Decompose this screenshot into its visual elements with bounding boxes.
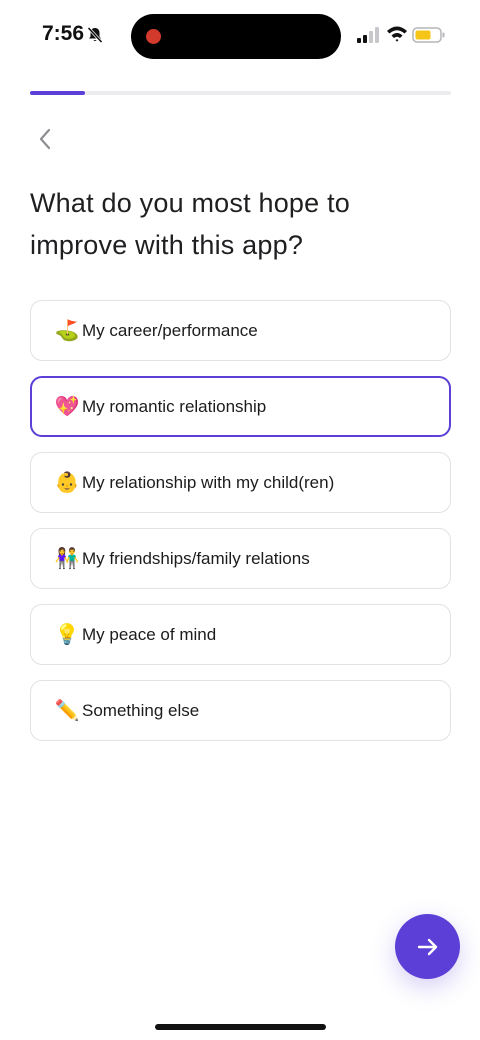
next-button[interactable] — [395, 914, 460, 979]
question-title: What do you most hope to improve with th… — [30, 188, 350, 260]
wifi-icon — [387, 26, 407, 42]
status-bar: 7:56 — [0, 0, 480, 72]
option-label: My career/performance — [82, 320, 258, 340]
option-child[interactable]: 👶 My relationship with my child(ren) — [30, 452, 451, 513]
chevron-left-icon — [39, 128, 51, 150]
sparkling-heart-icon: 💖 — [54, 395, 80, 418]
option-romantic[interactable]: 💖 My romantic relationship — [30, 376, 451, 437]
progress-fill — [30, 91, 85, 95]
home-indicator — [155, 1024, 326, 1030]
progress-bar — [30, 91, 451, 95]
option-friendships[interactable]: 👫 My friendships/family relations — [30, 528, 451, 589]
recording-indicator — [146, 29, 161, 44]
option-label: My romantic relationship — [82, 396, 267, 416]
bell-slash-icon — [87, 26, 103, 44]
pencil-icon: ✏️ — [54, 699, 80, 722]
dynamic-island — [131, 14, 341, 59]
battery-icon — [412, 27, 445, 43]
options-list: ⛳ My career/performance 💖 My romantic re… — [30, 300, 451, 756]
option-label: Something else — [82, 700, 200, 720]
light-bulb-icon: 💡 — [54, 623, 80, 646]
baby-icon: 👶 — [54, 471, 80, 494]
option-something-else[interactable]: ✏️ Something else — [30, 680, 451, 741]
couple-icon: 👫 — [54, 547, 80, 570]
status-time: 7:56 — [42, 22, 85, 45]
option-label: My peace of mind — [82, 624, 217, 644]
option-label: My friendships/family relations — [82, 548, 310, 568]
option-career[interactable]: ⛳ My career/performance — [30, 300, 451, 361]
arrow-right-icon — [417, 938, 437, 955]
back-button[interactable] — [30, 122, 60, 156]
option-label: My relationship with my child(ren) — [82, 472, 335, 492]
option-peace[interactable]: 💡 My peace of mind — [30, 604, 451, 665]
golf-flag-icon: ⛳ — [54, 319, 80, 342]
cellular-signal-icon — [357, 27, 379, 43]
